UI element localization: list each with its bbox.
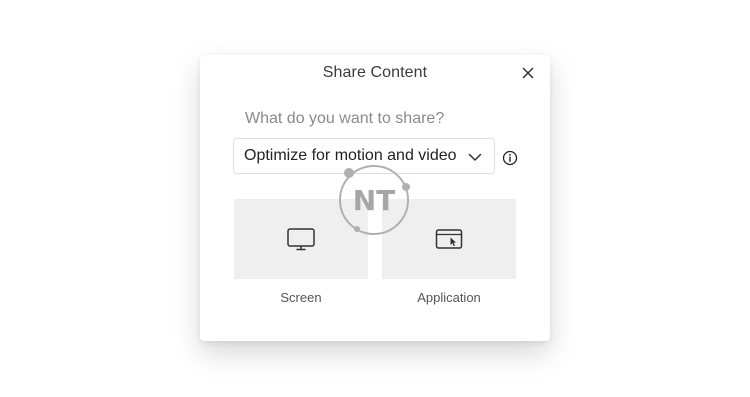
monitor-icon (287, 228, 315, 251)
close-icon (522, 67, 534, 79)
chevron-down-icon (468, 153, 482, 161)
optimization-select[interactable]: Optimize for motion and video (233, 138, 495, 174)
close-button[interactable] (520, 65, 536, 81)
share-application-tile[interactable] (382, 199, 516, 279)
dialog-title: Share Content (322, 64, 428, 81)
application-window-icon (435, 229, 463, 249)
select-value: Optimize for motion and video (244, 147, 457, 164)
share-question: What do you want to share? (245, 110, 445, 127)
screen-label: Screen (280, 290, 322, 305)
application-label: Application (417, 290, 481, 305)
info-icon (502, 150, 518, 166)
share-screen-tile[interactable] (234, 199, 368, 279)
share-content-dialog: Share Content What do you want to share?… (200, 55, 550, 341)
info-button[interactable] (502, 150, 518, 166)
